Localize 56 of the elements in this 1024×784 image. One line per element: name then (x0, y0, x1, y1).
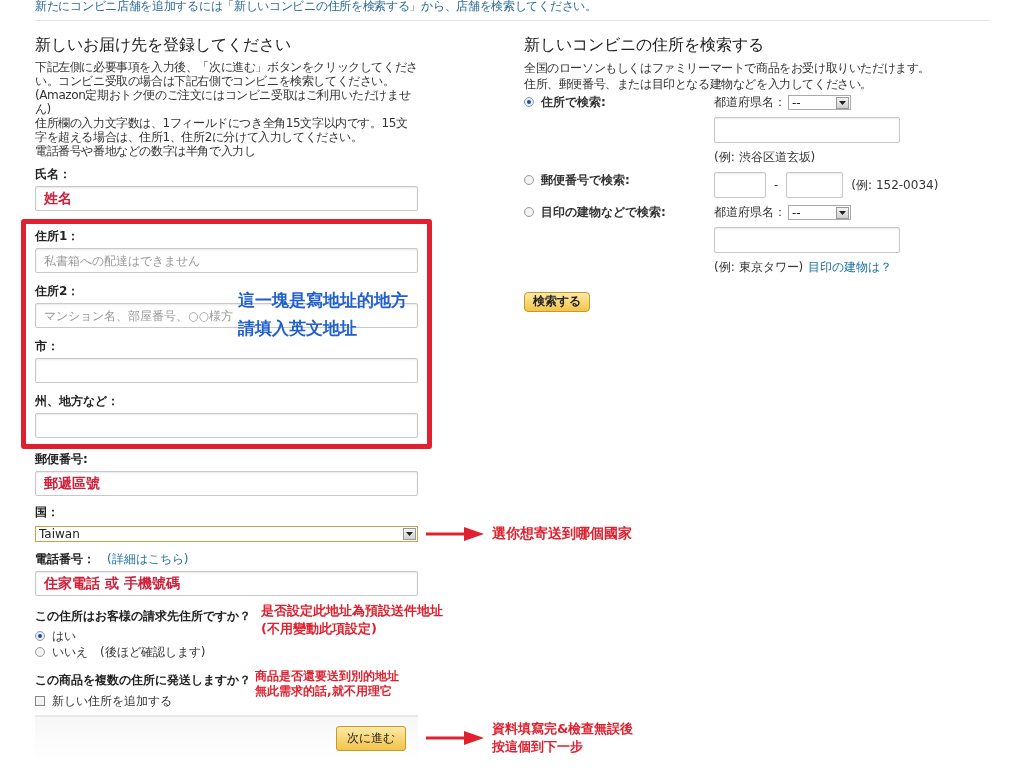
example-text: (例: 渋谷区道玄坂) (714, 150, 816, 164)
input-field[interactable] (714, 117, 900, 143)
question-text: この住所はお客様の請求先住所ですか？ (35, 608, 251, 625)
field-label: 氏名： (35, 166, 71, 183)
dropdown-caret-icon[interactable] (836, 206, 849, 219)
prefecture-select[interactable]: -- (788, 95, 851, 110)
example-text: (例: 東京タワー) (714, 260, 804, 274)
checkbox-option[interactable]: 新しい住所を追加する (35, 693, 251, 709)
input-field[interactable]: 郵遞區號 (35, 471, 418, 496)
radio-option[interactable]: 住所で検索: (524, 94, 714, 110)
annotation-text: 是否設定此地址為預設送件地址 (不用變動此項設定) (261, 602, 443, 638)
form-title: 新しいお届け先を登録してください (35, 35, 292, 56)
description-text: 住所、郵便番号、または目印となる建物などを入力してください。 (524, 76, 873, 92)
search-button[interactable]: 検索する (524, 291, 590, 312)
input-field[interactable] (714, 227, 900, 253)
arrow-icon (426, 730, 484, 745)
input-field[interactable] (714, 172, 766, 198)
radio-option[interactable]: 郵便番号で検索: (524, 172, 714, 188)
radio-option[interactable]: 目印の建物などで検索: (524, 204, 714, 220)
annotation-text: 商品是否還要送到別的地址 無此需求的話,就不用理它 (255, 669, 399, 699)
separator-text: - (774, 178, 779, 192)
country-select[interactable]: Taiwan (35, 525, 418, 542)
field-label: 都道府県名： (714, 204, 786, 221)
field-label: 州、地方など： (35, 393, 119, 410)
field-label: 市： (35, 338, 59, 355)
field-label: 国： (35, 504, 59, 521)
field-label: 都道府県名： (714, 94, 786, 111)
radio-option[interactable]: いいえ (後ほど確認します) (35, 644, 251, 660)
description-text: 全国のローソンもしくはファミリーマートで商品をお受け取りいただけます。 (524, 60, 931, 76)
search-title: 新しいコンビニの住所を検索する (524, 35, 765, 56)
field-label: 住所1： (35, 228, 80, 245)
field-label: 住所2： (35, 283, 80, 300)
field-label: 電話番号： (詳細はこちら) (35, 551, 189, 568)
input-field[interactable] (35, 413, 418, 438)
input-field[interactable]: 私書箱への配達はできません (35, 248, 418, 273)
example-text: (例: 152-0034) (851, 176, 939, 194)
input-field[interactable]: 姓名 (35, 186, 418, 211)
annotation-text: 選你想寄送到哪個國家 (492, 524, 632, 543)
input-field[interactable]: 住家電話 或 手機號碼 (35, 571, 418, 596)
prefecture-select[interactable]: -- (788, 205, 851, 220)
field-label: 郵便番号: (35, 451, 88, 468)
instruction-text: 下記左側に必要事項を入力後、「次に進む」ボタンをクリックしてください。コンビニ受取の場合は下記右側でコンビニを検索してください。(Amazon定期おトク便のご注文にはコンビニ受取はご利用いただけません) (35, 60, 418, 116)
instruction-text: 電話番号や番地などの数字は半角で入力し (35, 144, 257, 158)
instruction-text: 住所欄の入力文字数は、1フィールドにつき全角15文字以内です。15文字を超える場合は、住所1、住所2に分けて入力してください。 (35, 116, 409, 144)
next-button[interactable]: 次に進む (336, 726, 406, 751)
annotation-text: 資料填寫完&檢查無誤後 按這個到下一步 (492, 719, 634, 756)
input-field[interactable] (786, 172, 844, 198)
input-field[interactable] (35, 358, 418, 383)
details-link[interactable]: (詳細はこちら) (107, 552, 189, 566)
radio-option[interactable]: はい (35, 628, 251, 644)
dropdown-caret-icon[interactable] (836, 96, 849, 109)
dropdown-caret-icon[interactable] (403, 527, 416, 540)
help-link[interactable]: 目印の建物は？ (808, 260, 893, 274)
arrow-icon (426, 526, 484, 541)
notice-text: 新たにコンビニ店舗を追加するには「新しいコンビニの住所を検索する」から、店舗を検索してください。 (35, 0, 598, 15)
question-text: この商品を複数の住所に発送しますか？ (35, 672, 251, 689)
